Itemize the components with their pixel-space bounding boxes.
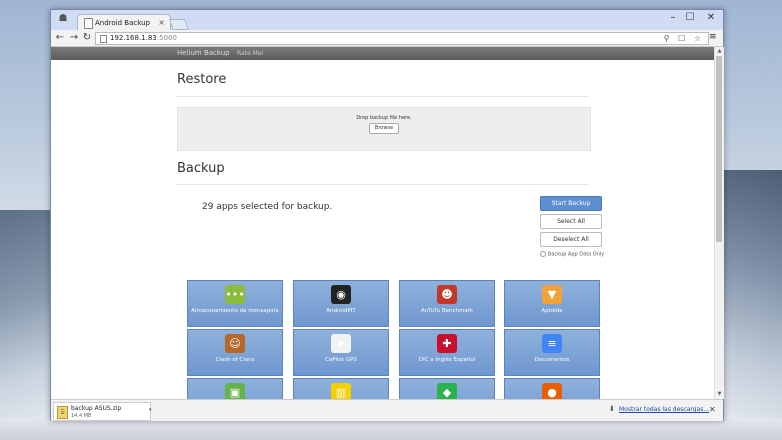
show-all-downloads-link[interactable]: Mostrar todas las descargas... xyxy=(619,406,709,413)
page-favicon-icon xyxy=(84,18,93,29)
site-navbar: Helium Backup Rate Me! xyxy=(51,47,714,60)
chrome-menu-icon[interactable]: ≡ xyxy=(709,32,717,42)
close-window-button[interactable]: ✕ xyxy=(703,12,719,23)
app-icon: ✚ xyxy=(437,334,457,353)
omnibox-action-icons[interactable]: ⚲ ☐ ☆ xyxy=(664,33,704,44)
app-tile[interactable]: ☻ AnTuTu Benchmark xyxy=(399,280,495,327)
app-icon: ☺ xyxy=(225,334,245,353)
app-data-only-label: Backup App Data Only xyxy=(548,251,605,258)
close-download-shelf-icon[interactable]: ✕ xyxy=(709,405,716,414)
app-icon: ▼ xyxy=(542,285,562,304)
selected-apps-count: 29 apps selected for backup. xyxy=(202,202,333,212)
rate-me-link[interactable]: Rate Me! xyxy=(237,50,264,57)
app-tile[interactable]: ▼ Aptoide xyxy=(504,280,600,327)
url-text: 192.168.1.83:5000 xyxy=(110,34,177,42)
app-icon: ≡ xyxy=(542,334,562,353)
app-icon: ➤ xyxy=(331,334,351,353)
download-options-icon[interactable]: ▾ xyxy=(149,407,152,413)
app-name: AnTuTu Benchmark xyxy=(420,308,474,314)
deselect-all-button[interactable]: Deselect All xyxy=(540,232,602,247)
app-tile[interactable]: ▥ xyxy=(293,378,389,399)
scroll-up-arrow-icon[interactable]: ▲ xyxy=(716,48,723,54)
app-name: Aptoide xyxy=(541,308,563,314)
zip-file-icon: ⌸ xyxy=(57,406,68,419)
app-icon: ☻ xyxy=(437,285,457,304)
desktop-wallpaper-snow xyxy=(0,418,782,440)
app-tile[interactable]: ••• Almacenamiento de mensajería xyxy=(187,280,283,327)
app-icon: ▥ xyxy=(331,383,351,399)
app-name: AndroidPIT xyxy=(326,308,356,314)
app-icon: ● xyxy=(542,383,562,399)
app-name: Clash of Clans xyxy=(215,357,255,363)
browser-window: ☗ Android Backup × – ☐ ✕ ← → ↻ 192.168.1… xyxy=(50,9,724,421)
app-tile[interactable]: ✚ DIC o Inglés Español xyxy=(399,329,495,376)
app-name: Almacenamiento de mensajería xyxy=(191,308,279,314)
title-bar: ☗ Android Backup × – ☐ ✕ xyxy=(51,10,723,31)
app-icon: ▣ xyxy=(225,383,245,399)
browser-toolbar: ← → ↻ 192.168.1.83:5000 ⚲ ☐ ☆ ≡ xyxy=(51,30,723,47)
page-info-icon[interactable] xyxy=(100,35,107,43)
desktop-wallpaper-mountain-right xyxy=(720,170,782,440)
app-data-only-checkbox[interactable] xyxy=(540,251,546,257)
minimize-button[interactable]: – xyxy=(665,12,681,23)
tab-title: Android Backup xyxy=(95,19,150,27)
select-all-button[interactable]: Select All xyxy=(540,214,602,229)
start-backup-button[interactable]: Start Backup xyxy=(540,196,602,211)
back-button[interactable]: ← xyxy=(54,31,66,45)
divider xyxy=(177,96,589,97)
download-file-name: backup ASUS.zip xyxy=(71,405,122,412)
vertical-scrollbar[interactable]: ▲ ▼ xyxy=(714,47,724,399)
app-tile[interactable]: ◉ AndroidPIT xyxy=(293,280,389,327)
brand-link[interactable]: Helium Backup xyxy=(177,49,230,57)
app-tile[interactable]: ◆ xyxy=(399,378,495,399)
tab-android-backup[interactable]: Android Backup × xyxy=(77,14,171,31)
app-tile[interactable]: ● xyxy=(504,378,600,399)
reload-button[interactable]: ↻ xyxy=(81,31,93,45)
new-tab-button[interactable] xyxy=(168,19,190,30)
app-name: DIC o Inglés Español xyxy=(418,357,476,363)
app-name: Documentos xyxy=(534,357,570,363)
app-icon: ◆ xyxy=(437,383,457,399)
app-icon: ••• xyxy=(225,285,245,304)
download-item[interactable]: ⌸ backup ASUS.zip 14.4 MB xyxy=(53,402,151,421)
tab-close-icon[interactable]: × xyxy=(158,18,165,27)
profile-icon[interactable]: ☗ xyxy=(56,13,70,25)
scrollbar-thumb[interactable] xyxy=(716,56,722,242)
backup-heading: Backup xyxy=(177,161,225,176)
download-file-size: 14.4 MB xyxy=(71,413,92,419)
page-content: Helium Backup Rate Me! Restore Drop back… xyxy=(51,47,714,399)
address-bar[interactable]: 192.168.1.83:5000 ⚲ ☐ ☆ xyxy=(95,32,709,45)
download-arrow-icon: ⬇ xyxy=(609,405,615,413)
maximize-button[interactable]: ☐ xyxy=(682,12,698,23)
app-tile[interactable]: ☺ Clash of Clans xyxy=(187,329,283,376)
divider xyxy=(177,184,589,185)
restore-heading: Restore xyxy=(177,72,227,87)
app-tile[interactable]: ≡ Documentos xyxy=(504,329,600,376)
app-data-only-option[interactable]: Backup App Data Only xyxy=(540,251,604,258)
backup-drop-zone[interactable]: Drop backup file here. Browse xyxy=(177,107,591,151)
app-icon: ◉ xyxy=(331,285,351,304)
app-tile[interactable]: ▣ xyxy=(187,378,283,399)
download-shelf: ⌸ backup ASUS.zip 14.4 MB ▾ ⬇ Mostrar to… xyxy=(51,399,723,421)
drop-zone-text: Drop backup file here. xyxy=(356,115,412,121)
app-tile[interactable]: ➤ CoPilot GPS xyxy=(293,329,389,376)
forward-button[interactable]: → xyxy=(68,31,80,45)
browse-button[interactable]: Browse xyxy=(369,123,399,134)
app-name: CoPilot GPS xyxy=(325,357,357,363)
scroll-down-arrow-icon[interactable]: ▼ xyxy=(716,391,723,397)
